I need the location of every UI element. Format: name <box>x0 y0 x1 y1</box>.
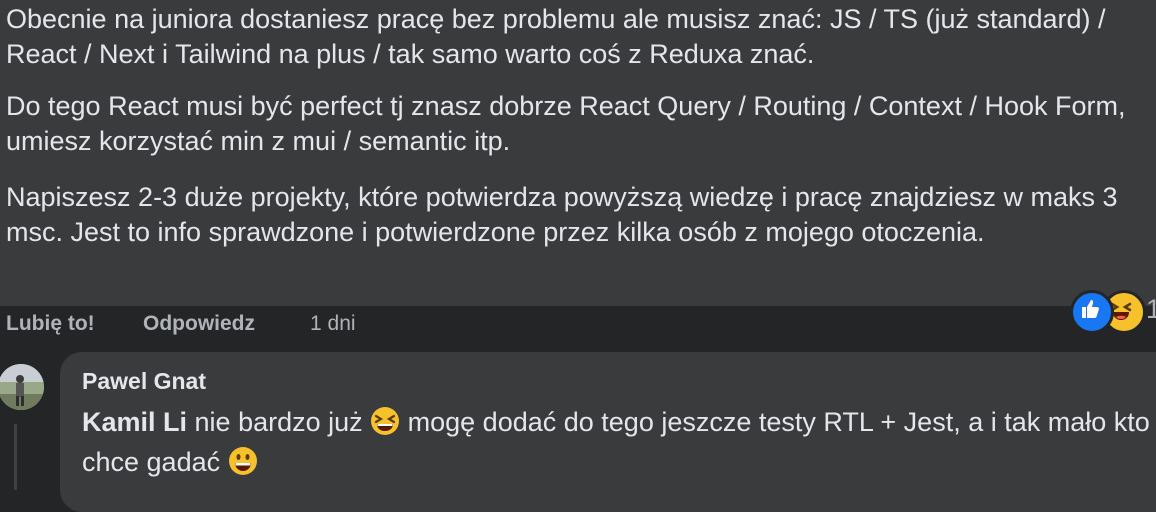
reply-text-part-1: nie bardzo już <box>187 407 371 437</box>
reply-button[interactable]: Odpowiedz <box>143 312 255 336</box>
mention-link[interactable]: Kamil Li <box>82 407 187 437</box>
reactions-summary[interactable]: 1 <box>1070 290 1156 334</box>
comment-paragraph-2: Do tego React musi być perfect tj znasz … <box>6 91 1126 156</box>
avatar[interactable] <box>0 364 44 410</box>
reply-text: Kamil Li nie bardzo już mogę dodać do te… <box>82 402 1152 482</box>
thread-line <box>14 424 17 490</box>
grinning-emoji-icon <box>228 446 258 476</box>
reaction-count: 1 <box>1146 294 1156 324</box>
timestamp[interactable]: 1 dni <box>310 312 356 336</box>
laughing-emoji-icon <box>370 406 400 436</box>
reply-author[interactable]: Pawel Gnat <box>82 368 206 395</box>
like-icon <box>1070 290 1114 334</box>
like-button[interactable]: Lubię to! <box>6 312 95 336</box>
comment-paragraph-3: Napiszesz 2-3 duże projekty, które potwi… <box>6 182 1118 247</box>
comment-paragraph-1: Obecnie na juniora dostaniesz pracę bez … <box>6 4 1106 69</box>
